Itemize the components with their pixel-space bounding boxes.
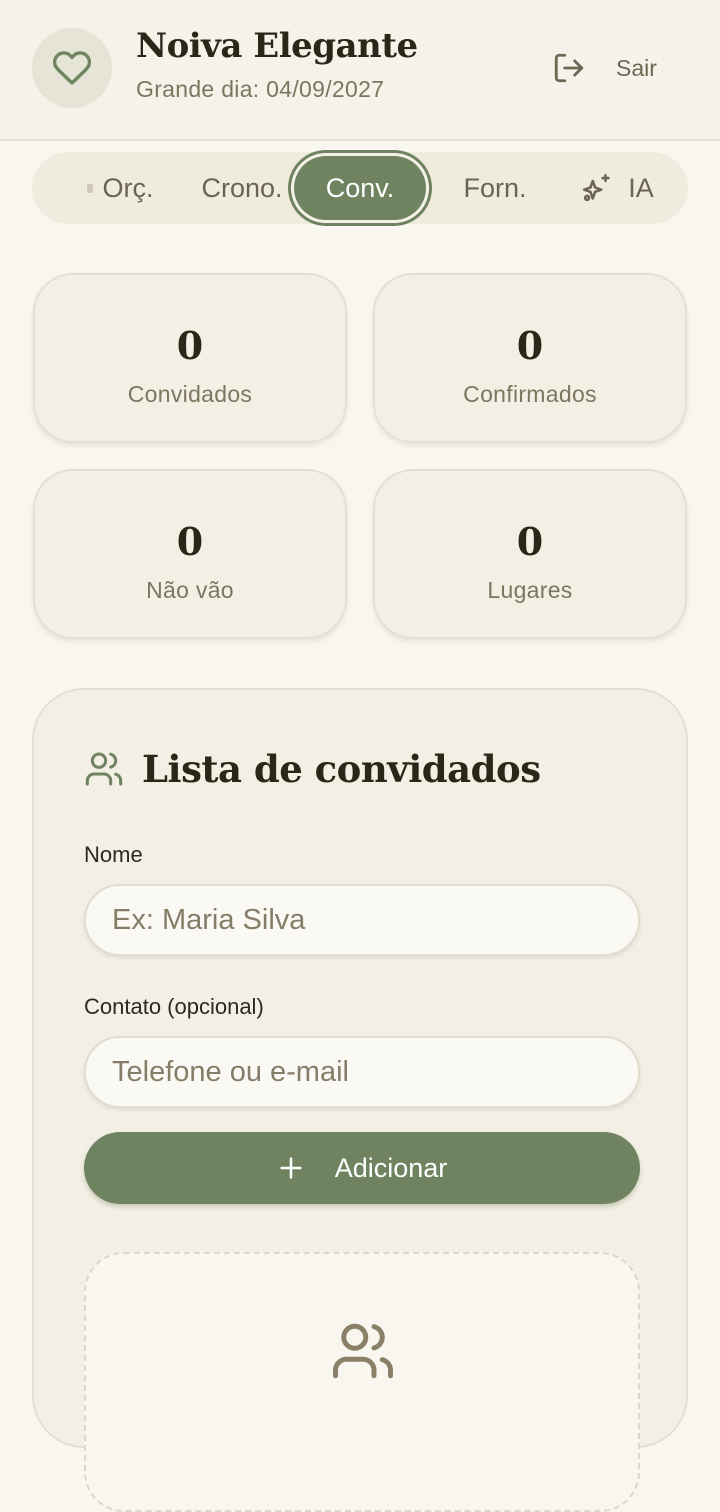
stat-label: Lugares (487, 577, 573, 603)
section-tabs: Orç. Crono. Conv. Forn. IA (32, 152, 688, 224)
tab-indicator-dot (86, 183, 93, 193)
stat-label: Convidados (127, 381, 253, 407)
tab-orcamento[interactable]: Orç. (62, 152, 178, 224)
add-guest-button[interactable]: Adicionar (84, 1132, 640, 1204)
tab-convidados[interactable]: Conv. (294, 156, 426, 220)
guest-list-panel: Lista de convidados Nome Contato (opcion… (32, 688, 688, 1512)
tab-label: Forn. (463, 172, 527, 203)
stat-card-lugares: 0 Lugares (373, 469, 687, 639)
stat-value: 0 (176, 519, 204, 564)
tab-cronograma[interactable]: Crono. (192, 152, 292, 224)
name-label: Nome (84, 842, 143, 867)
tab-label: Orç. (102, 172, 154, 203)
logout-icon (554, 53, 584, 83)
logo (32, 28, 112, 108)
guest-list-title: Lista de convidados (142, 747, 541, 791)
stat-card-nao-vao: 0 Não vão (33, 469, 347, 639)
tab-label: Crono. (201, 172, 283, 203)
users-icon (333, 1323, 393, 1379)
users-icon (85, 752, 123, 786)
stat-label: Confirmados (463, 381, 597, 407)
tab-label: Conv. (325, 172, 395, 203)
tab-label: IA (628, 172, 654, 203)
name-input[interactable] (84, 884, 640, 956)
stat-label: Não vão (146, 577, 234, 603)
contact-label: Contato (opcional) (84, 994, 264, 1019)
logout-button[interactable]: Sair (552, 46, 657, 90)
panel-title: Lista de convidados (84, 744, 541, 794)
heart-icon (52, 51, 92, 85)
wedding-date: Grande dia: 04/09/2027 (136, 76, 385, 102)
stat-card-confirmados: 0 Confirmados (373, 273, 687, 443)
sparkles-icon (583, 173, 610, 202)
add-button-label: Adicionar (334, 1152, 448, 1183)
app-header: Noiva Elegante Grande dia: 04/09/2027 Sa… (0, 0, 720, 141)
tab-fornecedores[interactable]: Forn. (452, 152, 538, 224)
stat-value: 0 (516, 519, 544, 564)
empty-state (84, 1252, 640, 1512)
plus-icon (280, 1157, 302, 1179)
logout-label: Sair (616, 54, 657, 81)
stat-card-convidados: 0 Convidados (33, 273, 347, 443)
contact-input[interactable] (84, 1036, 640, 1108)
stat-value: 0 (176, 323, 204, 368)
stat-value: 0 (516, 323, 544, 368)
app-title: Noiva Elegante (136, 26, 418, 66)
tab-ia[interactable]: IA (572, 152, 662, 224)
